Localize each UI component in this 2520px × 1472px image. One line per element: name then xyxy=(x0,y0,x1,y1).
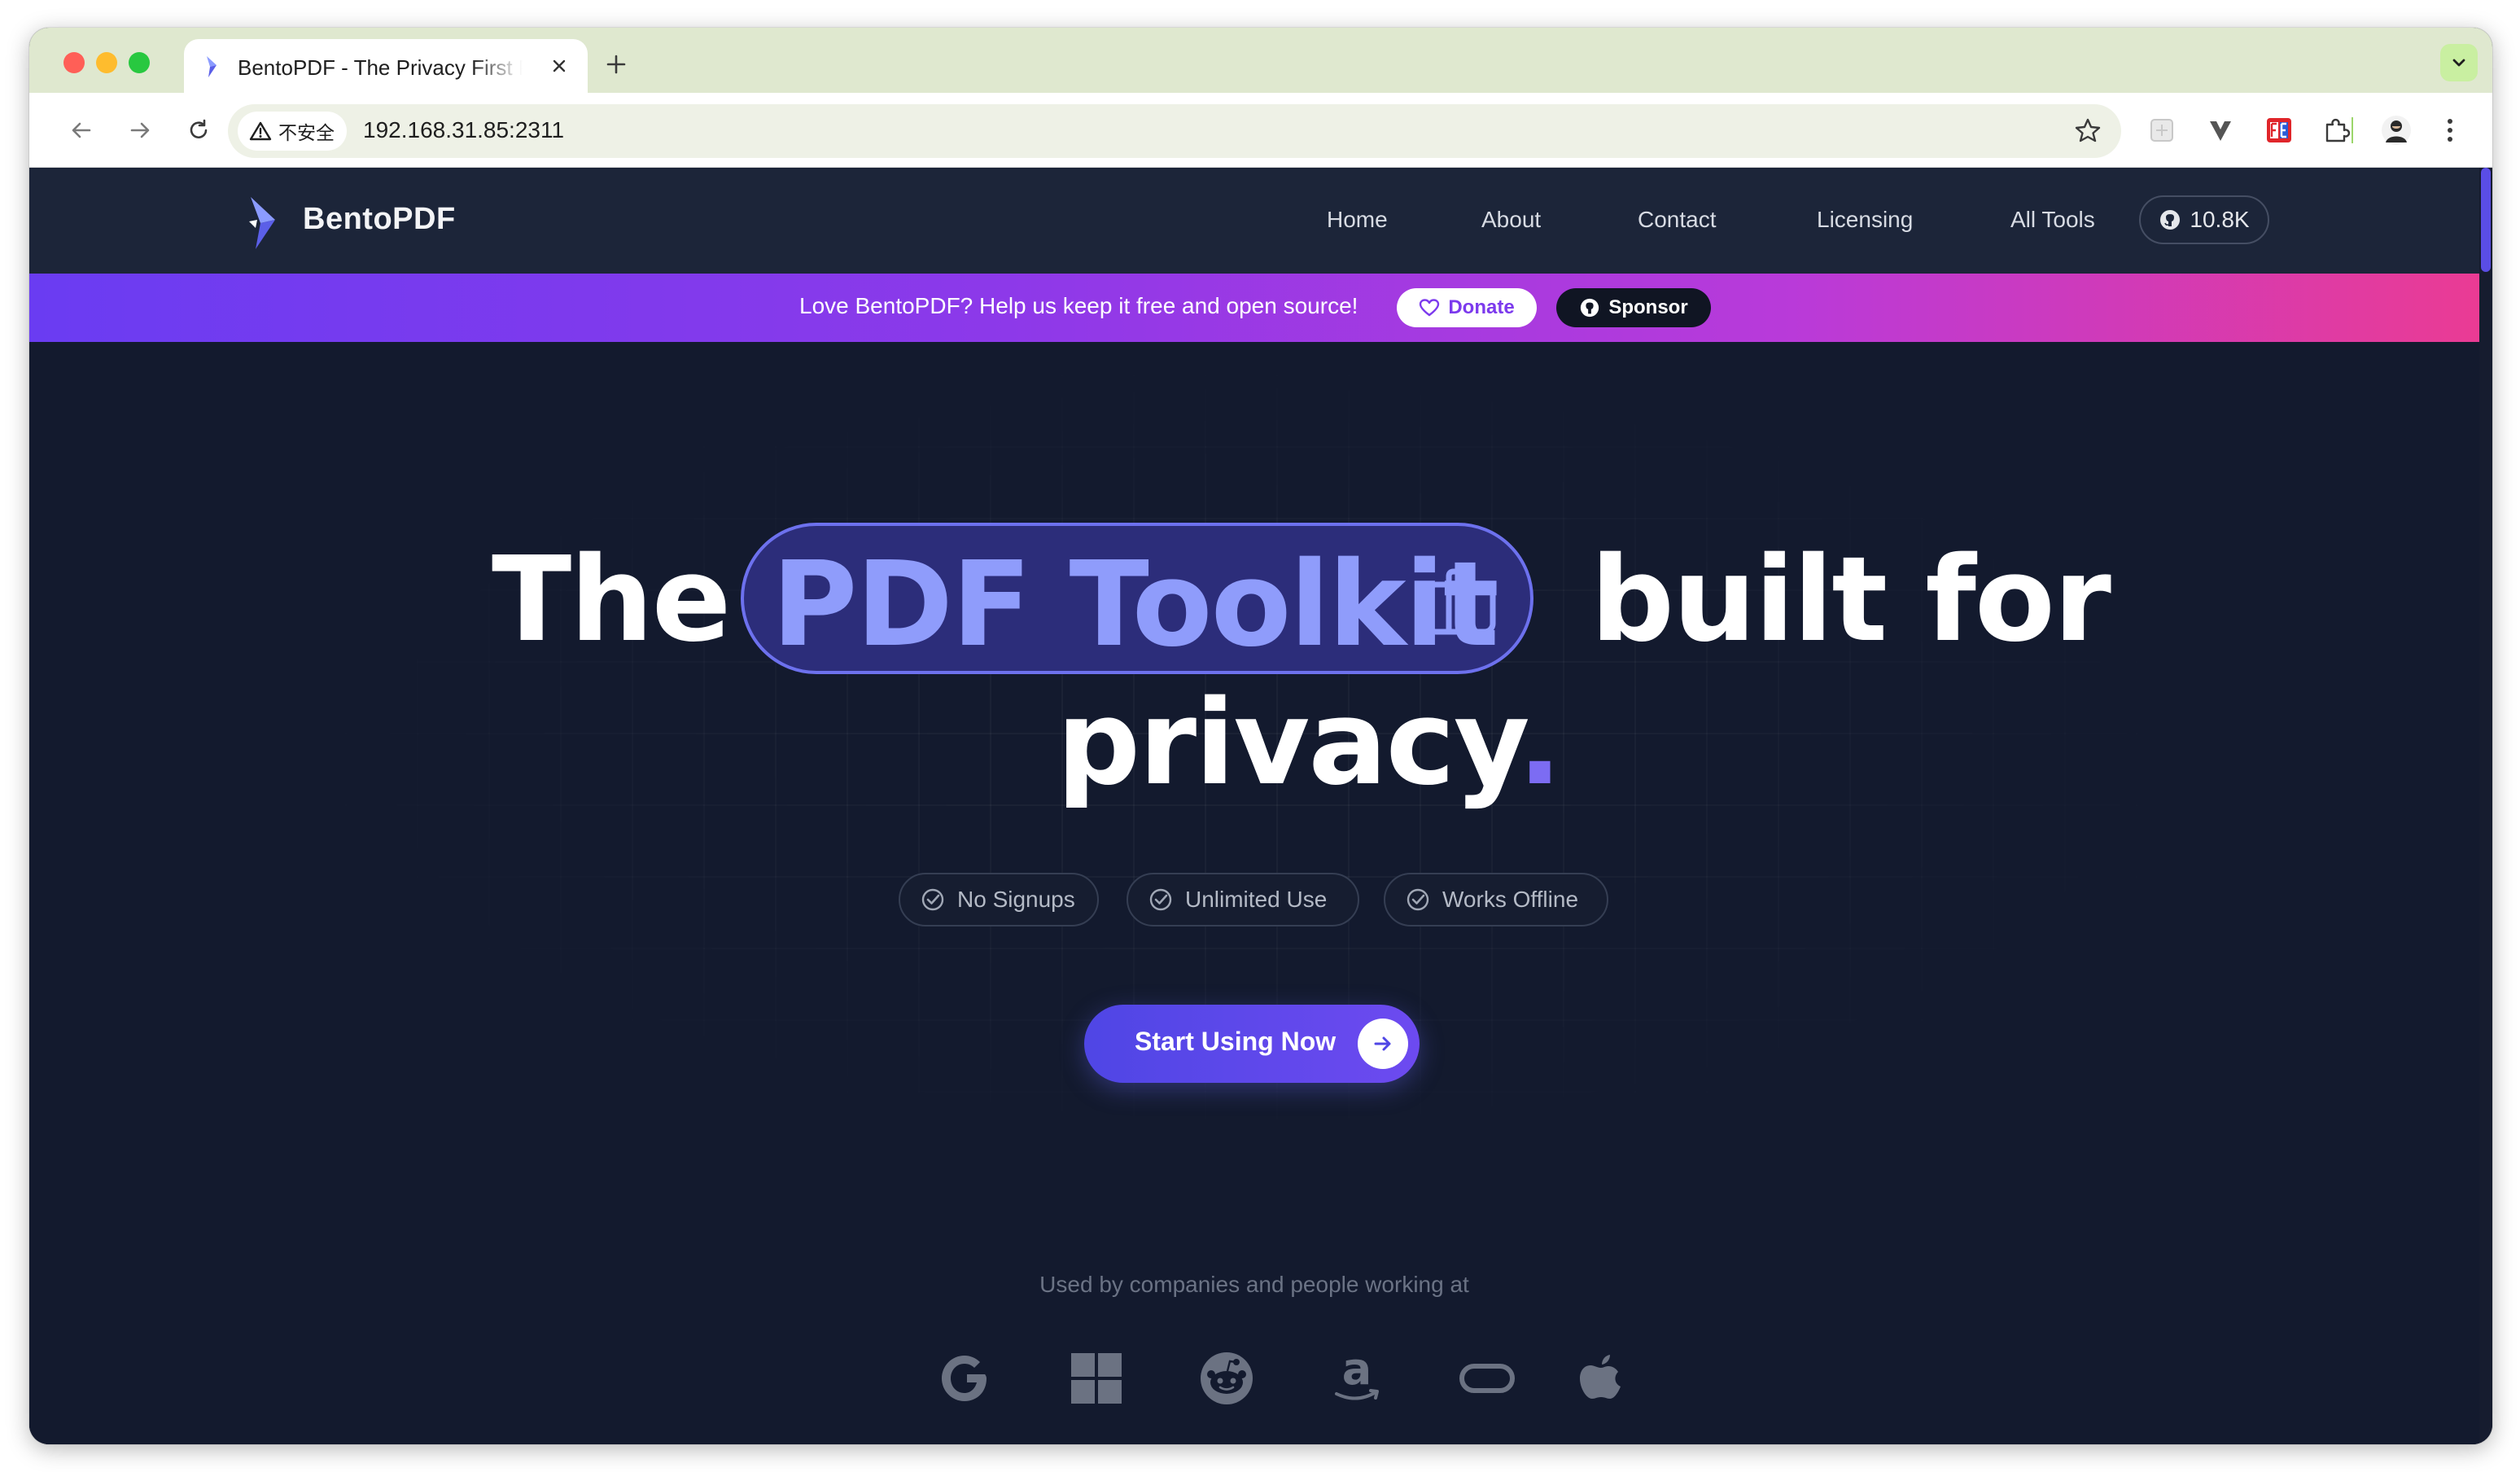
used-by-caption: Used by companies and people working at xyxy=(1039,1272,1469,1297)
nav-link-all-tools[interactable]: All Tools xyxy=(2010,207,2095,233)
new-tab-plus-icon[interactable] xyxy=(599,47,633,81)
feature-label: No Signups xyxy=(957,887,1075,912)
banner-message: Love BentoPDF? Help us keep it free and … xyxy=(799,293,1358,318)
back-arrow-icon[interactable] xyxy=(62,111,101,150)
support-banner: Love BentoPDF? Help us keep it free and … xyxy=(29,274,2479,342)
start-using-now-button[interactable]: Start Using Now xyxy=(1084,1005,1420,1083)
github-icon xyxy=(1581,298,1599,318)
bentopdf-logo-icon[interactable] xyxy=(244,195,282,251)
browser-window: BentoPDF - The Privacy First PDF Toolkit xyxy=(29,28,2492,1444)
apple-icon xyxy=(1580,1355,1621,1399)
warning-triangle-icon xyxy=(249,121,272,141)
browser-toolbar: 不安全 192.168.31.85:2311 xyxy=(29,93,2492,168)
headline-privacy: privacy xyxy=(1057,674,1519,811)
check-circle-icon xyxy=(1407,888,1429,911)
svg-text:a: a xyxy=(1342,1350,1372,1395)
url-text[interactable]: 192.168.31.85:2311 xyxy=(363,117,564,143)
tab-strip: BentoPDF - The Privacy First PDF Toolkit xyxy=(29,28,2492,93)
site-navbar: BentoPDF Home About Contact Licensing Al… xyxy=(29,168,2479,274)
github-icon xyxy=(2160,210,2181,230)
cta-label: Start Using Now xyxy=(1135,1027,1337,1056)
heart-icon xyxy=(1420,299,1440,317)
github-stars-count: 10.8K xyxy=(2190,207,2250,232)
microsoft-icon xyxy=(1071,1353,1122,1404)
github-stars-button[interactable]: 10.8K xyxy=(2139,195,2269,244)
reload-icon[interactable] xyxy=(179,111,218,150)
headline-privacy-line: privacy. xyxy=(1057,674,1563,811)
headline-dot: . xyxy=(1517,674,1563,811)
page-scrollbar-thumb[interactable] xyxy=(2481,168,2491,272)
nav-link-about[interactable]: About xyxy=(1481,207,1541,233)
extension-v-icon[interactable] xyxy=(2204,114,2237,147)
briefcase-icon xyxy=(1424,568,1496,635)
nav-link-contact[interactable]: Contact xyxy=(1638,207,1717,233)
headline-the: The xyxy=(492,531,731,668)
headline-highlight-pill: PDF Toolkit xyxy=(741,523,1533,674)
bentopdf-favicon-icon xyxy=(207,56,217,77)
reddit-icon xyxy=(1201,1352,1253,1404)
hero-section: The PDF Toolkit built for privacy. No Si… xyxy=(29,342,2479,1444)
minimize-window-button[interactable] xyxy=(96,52,117,73)
web-page: BentoPDF Home About Contact Licensing Al… xyxy=(29,168,2479,1444)
profile-avatar[interactable] xyxy=(2380,114,2413,147)
donate-label: Donate xyxy=(1448,296,1515,318)
headline-highlight: PDF Toolkit xyxy=(772,536,1499,672)
extensions-puzzle-icon[interactable] xyxy=(2320,114,2352,147)
site-brand[interactable]: BentoPDF xyxy=(303,202,456,237)
feature-label: Unlimited Use xyxy=(1185,887,1328,912)
extension-grid-icon[interactable] xyxy=(2146,114,2178,147)
feature-chip-unlimited-use: Unlimited Use xyxy=(1127,873,1359,927)
maximize-window-button[interactable] xyxy=(129,52,150,73)
tab-title: BentoPDF - The Privacy First PDF Toolkit xyxy=(238,55,523,80)
tab-search-chevron-down-icon[interactable] xyxy=(2440,44,2478,81)
check-circle-icon xyxy=(921,888,944,911)
nav-link-licensing[interactable]: Licensing xyxy=(1817,207,1913,233)
check-circle-icon xyxy=(1149,888,1172,911)
google-icon xyxy=(942,1356,987,1401)
headline-built-for: built for xyxy=(1590,531,2111,668)
extension-fe-icon[interactable] xyxy=(2263,114,2295,147)
forward-arrow-icon[interactable] xyxy=(120,111,160,150)
browser-menu-kebab-icon[interactable] xyxy=(2434,114,2466,147)
feature-chip-works-offline: Works Offline xyxy=(1384,873,1608,927)
page-scrollbar-track[interactable] xyxy=(2479,168,2492,1444)
address-bar[interactable]: 不安全 192.168.31.85:2311 xyxy=(228,104,2121,158)
amazon-icon: a xyxy=(1335,1350,1379,1400)
feature-label: Works Offline xyxy=(1442,887,1579,912)
nav-link-home[interactable]: Home xyxy=(1327,207,1388,233)
sponsor-label: Sponsor xyxy=(1608,296,1688,318)
site-security-chip[interactable]: 不安全 xyxy=(238,112,347,151)
oracle-icon xyxy=(1459,1364,1515,1393)
arrow-right-icon xyxy=(1358,1019,1408,1069)
donate-button[interactable]: Donate xyxy=(1397,288,1537,327)
browser-tab-active[interactable]: BentoPDF - The Privacy First PDF Toolkit xyxy=(184,39,588,93)
bookmark-star-icon[interactable] xyxy=(2072,116,2103,147)
toolbar-separator xyxy=(2352,117,2353,143)
tab-close-icon[interactable] xyxy=(545,52,573,80)
security-label: 不安全 xyxy=(278,123,335,144)
feature-chip-no-signups: No Signups xyxy=(899,873,1099,927)
close-window-button[interactable] xyxy=(63,52,85,73)
sponsor-button[interactable]: Sponsor xyxy=(1556,288,1711,327)
